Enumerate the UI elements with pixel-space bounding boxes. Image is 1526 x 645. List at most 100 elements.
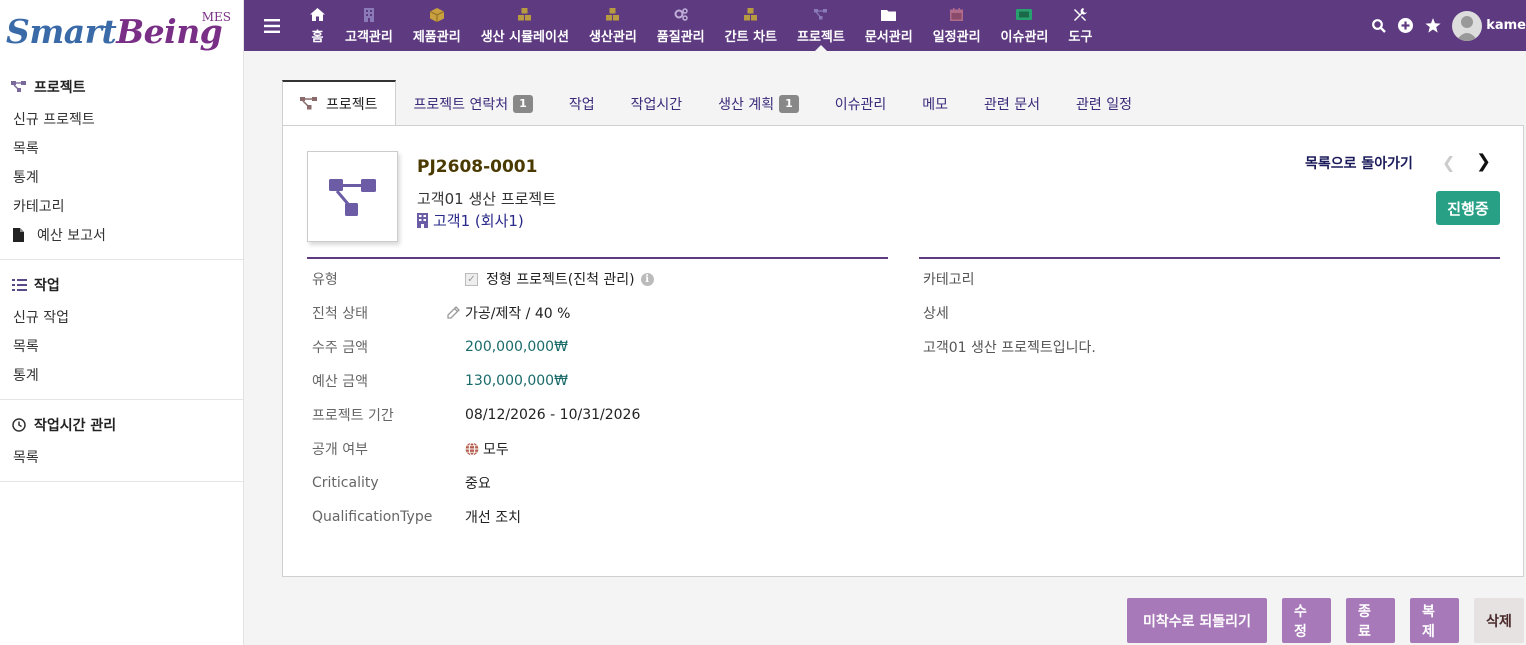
field-visibility: 공개 여부 모두 [312, 442, 509, 458]
status-badge: 진행중 [1436, 191, 1500, 225]
cubes-icon [605, 7, 620, 23]
sidebar-section-tasks: 작업 신규 작업 목록 통계 [0, 260, 243, 400]
cubes-icon [743, 7, 758, 23]
tasks-icon [10, 279, 28, 291]
field-type: 유형 ✓ 정형 프로젝트(진척 관리) i [307, 262, 887, 296]
box-icon [429, 7, 444, 23]
sidebar-item-task-stats[interactable]: 통계 [0, 360, 243, 389]
search-icon[interactable] [1365, 18, 1392, 33]
menu-toggle-button[interactable] [244, 0, 300, 51]
count-badge: 1 [779, 95, 799, 113]
sidebar-item-task-list[interactable]: 목록 [0, 331, 243, 360]
navbar-right: kame [1365, 0, 1526, 51]
delete-button[interactable]: 삭제 [1474, 598, 1524, 643]
nav-item-production[interactable]: 생산관리 [579, 0, 647, 51]
project-code: PJ2608-0001 [417, 157, 538, 177]
sidebar-head-timesheet[interactable]: 작업시간 관리 [0, 408, 243, 442]
add-circle-icon[interactable] [1392, 18, 1419, 33]
building-icon [417, 213, 428, 228]
nav-item-tools[interactable]: 도구 [1058, 0, 1102, 51]
pencil-icon[interactable] [447, 306, 460, 323]
field-category-label: 카테고리 [923, 272, 975, 288]
sidebar-item-project-list[interactable]: 목록 [0, 133, 243, 162]
nav-item-production-simulation[interactable]: 생산 시뮬레이션 [471, 0, 579, 51]
home-icon [310, 7, 325, 23]
star-icon[interactable] [1419, 18, 1446, 33]
nav-item-issues[interactable]: 이슈관리 [991, 0, 1059, 51]
divider [919, 257, 1500, 259]
nav-item-documents[interactable]: 문서관리 [855, 0, 923, 51]
sidebar-item-project-category[interactable]: 카테고리 [0, 191, 243, 220]
chevron-left-icon: ❮ [1442, 153, 1456, 172]
sidebar-item-new-task[interactable]: 신규 작업 [0, 302, 243, 331]
left-sidebar: SmartBeing MES 프로젝트 신규 프로젝트 목록 통계 카테고리 예… [0, 0, 244, 645]
tab-timesheet[interactable]: 작업시간 [613, 81, 701, 126]
field-qualification: QualificationType 개선 조치 [312, 509, 521, 526]
nav-item-project[interactable]: 프로젝트 [787, 0, 855, 51]
field-progress: 진척 상태 가공/제작 / 40 % [312, 306, 571, 323]
chevron-right-icon: ❯ [1476, 151, 1492, 172]
ticket-icon [1016, 7, 1033, 23]
calendar-icon [950, 7, 964, 23]
project-tabs: 프로젝트 프로젝트 연락처 1 작업 작업시간 생산 계획 1 이슈관리 메모 관련… [282, 80, 1150, 126]
next-record-button[interactable]: ❯ [1476, 151, 1491, 172]
prev-record-button[interactable]: ❮ [1442, 153, 1455, 172]
file-icon [13, 227, 27, 242]
nav-item-home[interactable]: 홈 [300, 0, 335, 51]
clone-button[interactable]: 복제 [1410, 598, 1459, 643]
count-badge: 1 [513, 95, 533, 113]
project-icon [328, 178, 376, 216]
sidebar-head-project[interactable]: 프로젝트 [0, 70, 243, 104]
project-card: PJ2608-0001 고객01 생산 프로젝트 고객1 (회사1) 목록으로 … [282, 125, 1524, 577]
hamburger-icon [264, 18, 280, 33]
tools-icon [1073, 7, 1088, 23]
sidebar-item-project-stats[interactable]: 통계 [0, 162, 243, 191]
sidebar-head-tasks[interactable]: 작업 [0, 268, 243, 302]
edit-button[interactable]: 수정 [1282, 598, 1331, 643]
nav-item-quality[interactable]: 품질관리 [647, 0, 715, 51]
nav-item-gantt[interactable]: 간트 차트 [715, 0, 787, 51]
project-client-link[interactable]: 고객1 (회사1) [417, 210, 524, 231]
tab-tasks[interactable]: 작업 [551, 81, 613, 126]
field-criticality: Criticality 중요 [312, 475, 491, 492]
project-icon [10, 81, 28, 93]
folder-icon [880, 7, 897, 23]
tab-related-documents[interactable]: 관련 문서 [966, 81, 1058, 126]
sidebar-item-timesheet-list[interactable]: 목록 [0, 442, 243, 471]
checkbox-checked: ✓ [465, 272, 478, 286]
divider [307, 257, 888, 259]
clock-icon [10, 418, 28, 432]
action-buttons: 미착수로 되돌리기 수정 종료 복제 삭제 [1112, 598, 1524, 643]
cogs-icon [674, 7, 688, 23]
brand-logo[interactable]: SmartBeing MES [0, 0, 243, 62]
sidebar-section-project: 프로젝트 신규 프로젝트 목록 통계 카테고리 예산 보고서 [0, 62, 243, 260]
tab-issues[interactable]: 이슈관리 [817, 81, 905, 126]
sidebar-item-new-project[interactable]: 신규 프로젝트 [0, 104, 243, 133]
tab-project-contacts[interactable]: 프로젝트 연락처 1 [396, 81, 551, 126]
tab-related-events[interactable]: 관련 일정 [1058, 81, 1150, 126]
field-budget-amount: 예산 금액 130,000,000₩ [312, 373, 568, 390]
tab-production-plan[interactable]: 생산 계획 1 [700, 81, 817, 126]
nav-item-schedule[interactable]: 일정관리 [923, 0, 991, 51]
tab-notes[interactable]: 메모 [904, 81, 966, 126]
field-order-amount: 수주 금액 200,000,000₩ [312, 339, 568, 356]
close-button[interactable]: 종료 [1346, 598, 1395, 643]
tab-project[interactable]: 프로젝트 [282, 80, 396, 126]
field-period: 프로젝트 기간 08/12/2026 - 10/31/2026 [312, 407, 641, 424]
sidebar-item-budget-report[interactable]: 예산 보고서 [0, 220, 243, 249]
project-right-fields: 카테고리 상세 고객01 생산 프로젝트입니다. [923, 262, 1499, 364]
nav-item-products[interactable]: 제품관리 [403, 0, 471, 51]
user-name[interactable]: kame [1486, 18, 1526, 33]
nav-item-customers[interactable]: 고객관리 [335, 0, 403, 51]
project-thumbnail [307, 151, 398, 242]
globe-icon [465, 442, 479, 456]
project-fields: 유형 ✓ 정형 프로젝트(진척 관리) i 진척 상태 가공/제작 / 40 %… [307, 262, 887, 534]
revert-to-draft-button[interactable]: 미착수로 되돌리기 [1127, 598, 1267, 643]
field-detail-label: 상세 [923, 306, 949, 322]
back-to-list-link[interactable]: 목록으로 돌아가기 [1305, 153, 1413, 173]
project-name: 고객01 생산 프로젝트 [417, 190, 557, 208]
user-avatar[interactable] [1452, 10, 1483, 41]
field-detail-value: 고객01 생산 프로젝트입니다. [923, 340, 1096, 356]
cubes-icon [517, 7, 532, 23]
info-icon[interactable]: i [640, 272, 654, 286]
